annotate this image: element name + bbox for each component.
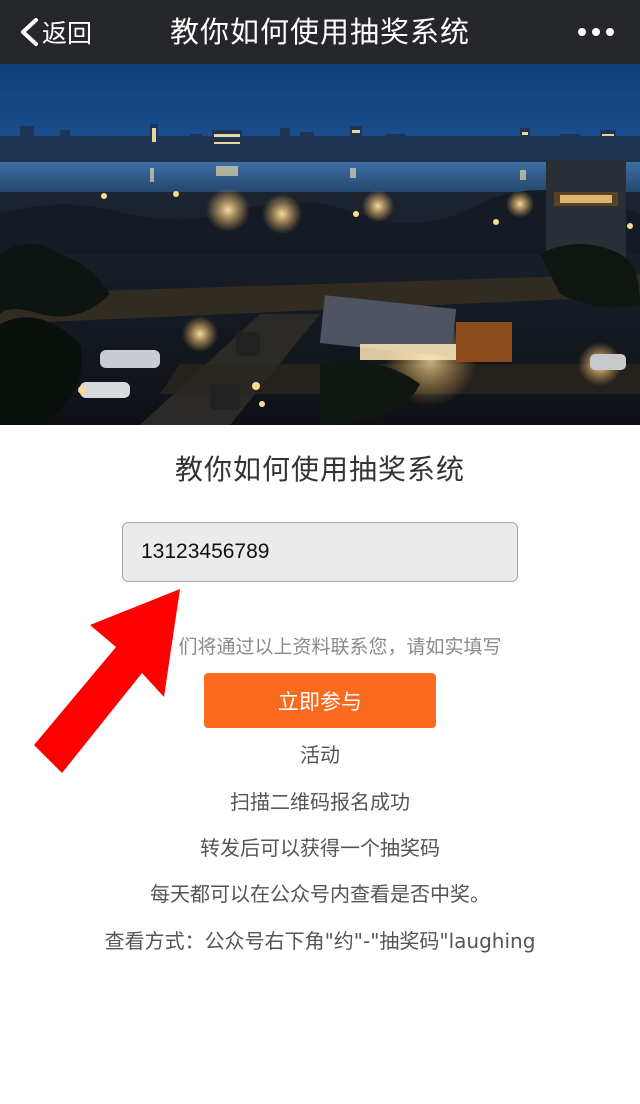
- join-button[interactable]: 立即参与: [204, 673, 436, 728]
- hint-text: 们将通过以上资料联系您，请如实填写: [178, 636, 502, 658]
- phone-input[interactable]: [122, 522, 518, 582]
- section-title: 教你如何使用抽奖系统: [174, 453, 465, 486]
- red-arrow-icon: [34, 589, 180, 773]
- hero-photo: [0, 64, 640, 425]
- info-line-howto: 查看方式：公众号右下角"约"-"抽奖码"laughing: [104, 929, 536, 953]
- info-line-forward: 转发后可以获得一个抽奖码: [200, 836, 440, 860]
- more-dots-icon[interactable]: [578, 0, 614, 64]
- chevron-left-icon: [21, 18, 38, 46]
- page-title: 教你如何使用抽奖系统: [169, 15, 470, 49]
- info-line-daily: 每天都可以在公众号内查看是否中奖。: [150, 882, 490, 906]
- back-label: 返回: [42, 19, 93, 48]
- info-line-scan: 扫描二维码报名成功: [230, 790, 410, 814]
- back-button[interactable]: 返回: [18, 0, 92, 64]
- nav-bar: 返回 教你如何使用抽奖系统: [0, 0, 640, 64]
